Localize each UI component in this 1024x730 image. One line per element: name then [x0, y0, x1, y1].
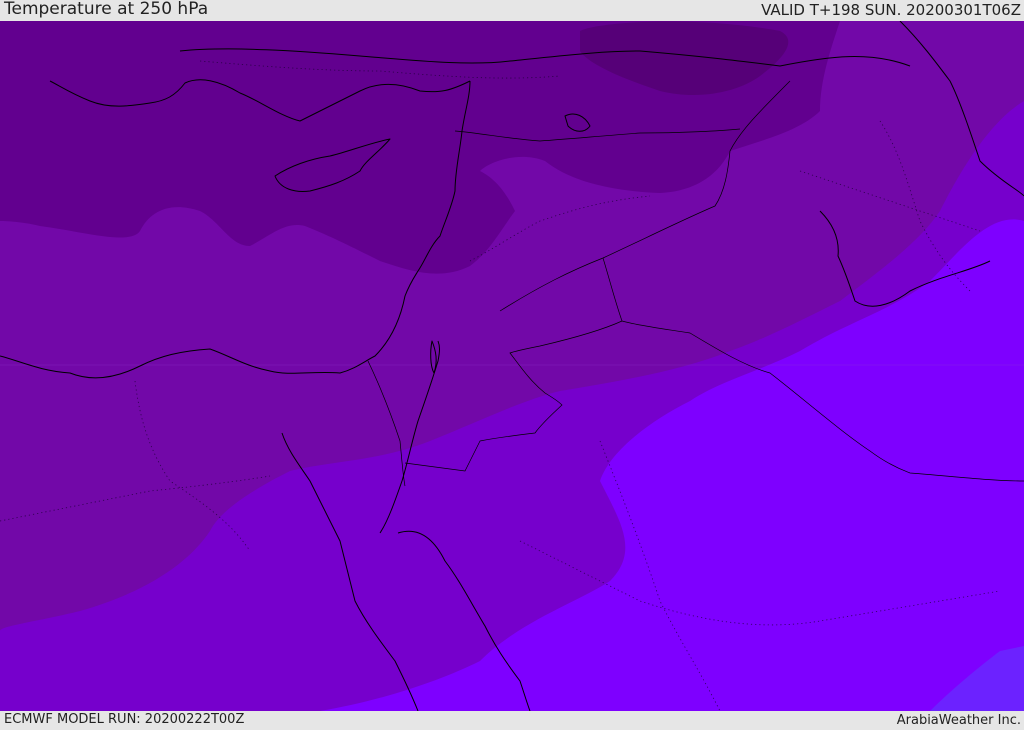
- temperature-map[interactable]: [0, 21, 1024, 711]
- valid-time: VALID T+198 SUN. 20200301T06Z: [761, 1, 1021, 19]
- footer-bar: ECMWF MODEL RUN: 20200222T00Z ArabiaWeat…: [0, 711, 1024, 729]
- model-run: ECMWF MODEL RUN: 20200222T00Z: [4, 712, 245, 727]
- header-bar: Temperature at 250 hPa VALID T+198 SUN. …: [0, 0, 1024, 21]
- map-title: Temperature at 250 hPa: [4, 0, 209, 19]
- credit: ArabiaWeather Inc.: [896, 713, 1021, 728]
